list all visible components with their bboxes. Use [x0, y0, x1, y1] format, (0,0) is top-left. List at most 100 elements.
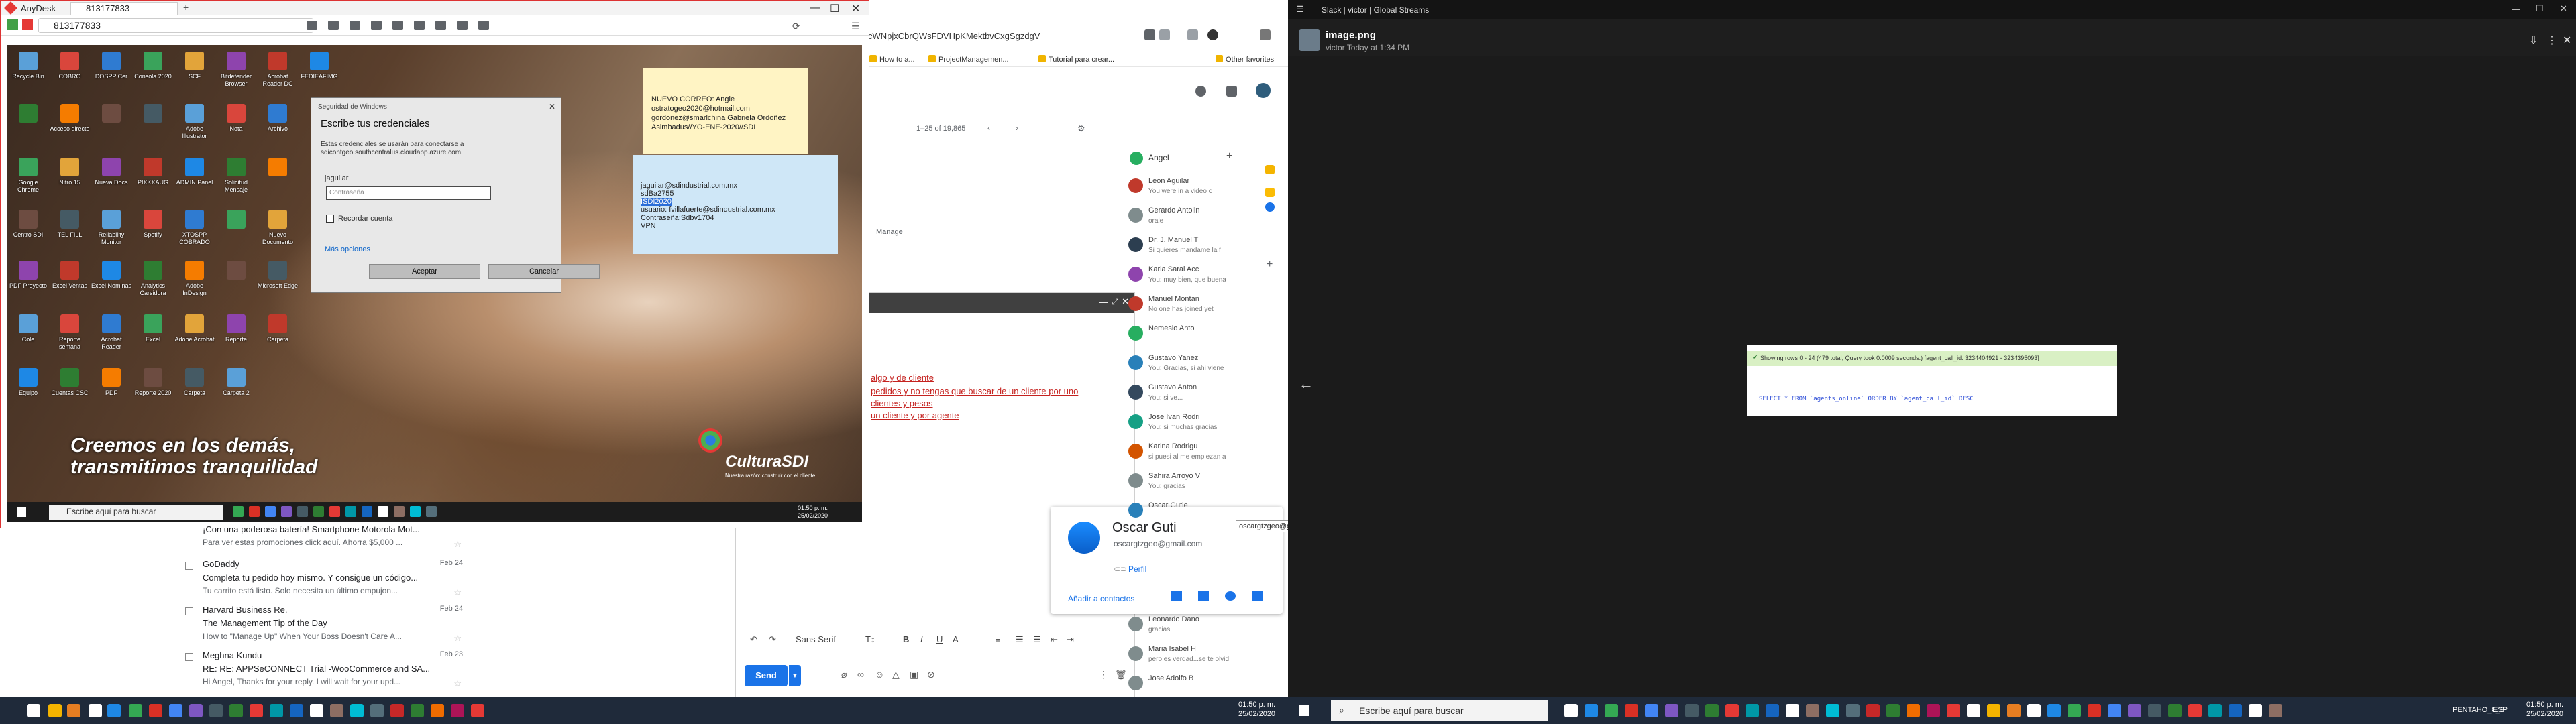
inbox-row[interactable]: GoDaddy Completa tu pedido hoy mismo. Y c…: [181, 558, 463, 603]
taskbar-app-icon[interactable]: [27, 704, 40, 717]
row-checkbox[interactable]: [185, 653, 193, 661]
session-tool-icon[interactable]: [371, 21, 382, 30]
desktop-icon[interactable]: Adobe Illustrator: [174, 100, 215, 149]
desktop-icon[interactable]: [7, 100, 49, 149]
minimize-icon[interactable]: —: [810, 2, 820, 14]
sticky-note-blue[interactable]: jaguilar@sdindustrial.com.mx sdBa2755 IS…: [633, 155, 838, 254]
desktop-icon[interactable]: ADMIN Panel: [174, 154, 215, 203]
language-indicator[interactable]: ESP: [2493, 706, 2508, 714]
desktop-icon[interactable]: SCF: [174, 48, 215, 97]
apps-icon[interactable]: [1226, 86, 1237, 97]
desktop-icon[interactable]: [257, 154, 299, 203]
remote-taskbar-app-icon[interactable]: [297, 506, 308, 517]
session-tool-icon[interactable]: [457, 21, 468, 30]
bookmark-project[interactable]: ProjectManagemen...: [928, 55, 1009, 64]
desktop-icon[interactable]: PIXKXAUG: [132, 154, 174, 203]
taskbar-app-icon[interactable]: [1685, 704, 1699, 717]
attach-icon[interactable]: ⌀: [841, 669, 847, 680]
desktop-icon[interactable]: Solicitud Mensaje: [215, 154, 257, 203]
taskbar-app-icon[interactable]: [1846, 704, 1860, 717]
desktop-icon[interactable]: Recycle Bin: [7, 48, 49, 97]
share-icon[interactable]: [1144, 29, 1155, 40]
bookmark-how-to[interactable]: How to a...: [869, 55, 915, 64]
desktop-icon[interactable]: Reporte semana: [49, 310, 91, 360]
remote-taskbar-app-icon[interactable]: [281, 506, 292, 517]
contact-item[interactable]: Jose Adolfo B: [1120, 673, 1240, 703]
taskbar-app-icon[interactable]: [1766, 704, 1779, 717]
keep-icon[interactable]: [1265, 188, 1275, 197]
remote-taskbar-app-icon[interactable]: [378, 506, 388, 517]
link-icon[interactable]: ∞: [857, 669, 864, 680]
taskbar-app-icon[interactable]: [451, 704, 464, 717]
taskbar-app-icon[interactable]: [107, 704, 121, 717]
taskbar-app-icon[interactable]: [1987, 704, 2000, 717]
session-tool-icon[interactable]: [307, 21, 317, 30]
new-tab-icon[interactable]: +: [183, 2, 189, 13]
remote-search-box[interactable]: Escribe aquí para buscar: [49, 505, 223, 520]
close-icon[interactable]: ✕: [2563, 34, 2571, 47]
taskbar-app-icon[interactable]: [250, 704, 263, 717]
drive-icon[interactable]: △: [892, 669, 900, 680]
history-icon[interactable]: ⟳: [792, 21, 800, 32]
session-tool-icon[interactable]: [392, 21, 403, 30]
desktop-icon[interactable]: [91, 100, 132, 149]
inbox-row[interactable]: Meghna Kundu RE: RE: APPSeCONNECT Trial -…: [181, 649, 463, 695]
row-checkbox[interactable]: [185, 607, 193, 615]
contact-item[interactable]: Oscar Gutie: [1120, 500, 1240, 530]
taskbar-app-icon[interactable]: [270, 704, 283, 717]
taskbar-app-icon[interactable]: [431, 704, 444, 717]
desktop-icon[interactable]: PDF: [91, 364, 132, 414]
help-icon[interactable]: [1195, 86, 1206, 97]
star-icon[interactable]: [1159, 29, 1170, 40]
contact-item[interactable]: Dr. J. Manuel T Si quieres mandame la f: [1120, 235, 1240, 264]
desktop-icon[interactable]: Nota: [215, 100, 257, 149]
profile-avatar[interactable]: [1208, 29, 1218, 40]
desktop-icon[interactable]: [132, 100, 174, 149]
session-tool-icon[interactable]: [328, 21, 339, 30]
download-icon[interactable]: ⇩: [2529, 34, 2538, 47]
desktop-icon[interactable]: Excel Nominas: [91, 257, 132, 306]
minimize-icon[interactable]: —: [1099, 297, 1108, 307]
taskbar-app-icon[interactable]: [2068, 704, 2081, 717]
desktop-icon[interactable]: Consola 2020: [132, 48, 174, 97]
desktop-icon[interactable]: Excel: [132, 310, 174, 360]
desktop-icon[interactable]: Equipo: [7, 364, 49, 414]
remote-address-input[interactable]: 813177833: [38, 18, 313, 33]
menu-icon[interactable]: [1260, 29, 1271, 40]
taskbar-app-icon[interactable]: [1947, 704, 1960, 717]
contact-item[interactable]: Gustavo Anton You: si ve...: [1120, 382, 1240, 412]
taskbar-app-icon[interactable]: [1625, 704, 1638, 717]
desktop-icon[interactable]: FEDIEAFIMG: [299, 48, 340, 97]
windows-start-icon[interactable]: [17, 507, 26, 517]
remote-taskbar-app-icon[interactable]: [426, 506, 437, 517]
contact-item[interactable]: Karla Sarai Acc You: muy bien, que buena: [1120, 264, 1240, 294]
close-icon[interactable]: ✕: [549, 102, 555, 111]
manage-link[interactable]: Manage: [876, 228, 903, 236]
confidential-icon[interactable]: ⊘: [927, 669, 935, 680]
send-options-icon[interactable]: ▼: [789, 665, 801, 686]
next-page-icon[interactable]: ›: [1016, 123, 1018, 133]
taskbar-app-icon[interactable]: [229, 704, 243, 717]
remote-taskbar-app-icon[interactable]: [410, 506, 421, 517]
compose-body-line[interactable]: clientes y pesos: [871, 398, 933, 408]
desktop-icon[interactable]: TEL FILL: [49, 206, 91, 255]
desktop-icon[interactable]: Excel Ventas: [49, 257, 91, 306]
undo-icon[interactable]: ↶: [750, 634, 757, 645]
calendar-icon[interactable]: [1198, 591, 1209, 601]
desktop-icon[interactable]: COBRO: [49, 48, 91, 97]
more-options-link[interactable]: Más opciones: [325, 245, 370, 253]
taskbar-app-icon[interactable]: [209, 704, 223, 717]
password-input[interactable]: Contraseña: [326, 186, 491, 200]
expand-icon[interactable]: ⤢: [1112, 297, 1118, 307]
taskbar-app-icon[interactable]: [2208, 704, 2222, 717]
desktop-icon[interactable]: Acrobat Reader: [91, 310, 132, 360]
desktop-icon[interactable]: Nueva Docs: [91, 154, 132, 203]
remote-taskbar-app-icon[interactable]: [362, 506, 372, 517]
taskbar-app-icon[interactable]: [1725, 704, 1739, 717]
taskbar-app-icon[interactable]: [2148, 704, 2161, 717]
prev-page-icon[interactable]: ‹: [987, 123, 990, 133]
taskbar-app-icon[interactable]: [1907, 704, 1920, 717]
contact-item[interactable]: Sahira Arroyo V You: gracias: [1120, 471, 1240, 500]
taskbar-app-icon[interactable]: [1886, 704, 1900, 717]
desktop-icon[interactable]: Acrobat Reader DC: [257, 48, 299, 97]
